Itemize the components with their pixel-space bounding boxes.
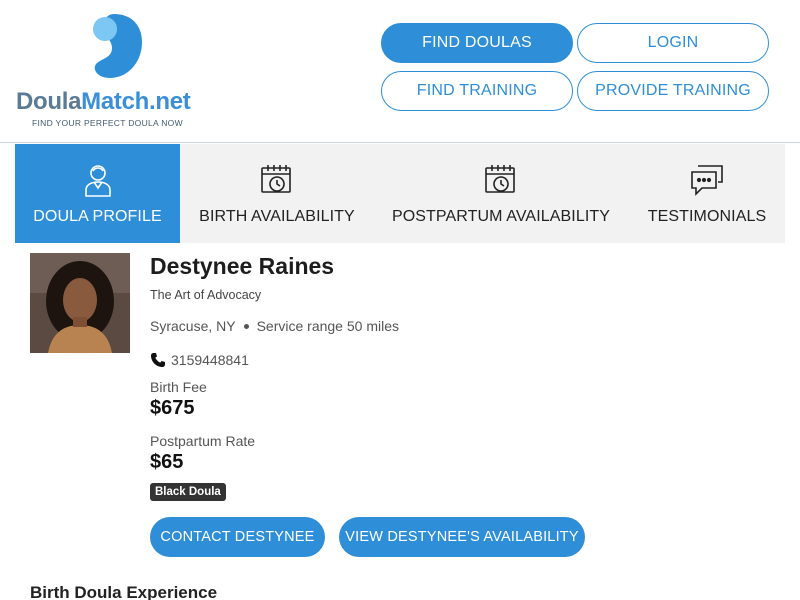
contact-doula-button[interactable]: CONTACT DESTYNEE xyxy=(150,517,325,557)
login-button[interactable]: LOGIN xyxy=(577,23,769,63)
calendar-clock-icon xyxy=(259,162,295,198)
service-range: Service range 50 miles xyxy=(256,318,399,334)
logo-wordmark: DoulaMatch.net xyxy=(16,88,191,116)
birth-experience-heading: Birth Doula Experience xyxy=(30,583,218,600)
logo-word-match: Match.net xyxy=(81,88,191,115)
tab-birth-availability[interactable]: BIRTH AVAILABILITY xyxy=(185,144,369,243)
chat-bubbles-icon xyxy=(689,162,725,198)
tab-label: DOULA PROFILE xyxy=(33,208,162,225)
birth-fee-value: $675 xyxy=(150,397,195,419)
tab-label: POSTPARTUM AVAILABILITY xyxy=(391,208,611,225)
location-city: Syracuse, NY xyxy=(150,318,236,334)
birth-fee-label: Birth Fee xyxy=(150,379,207,395)
site-logo[interactable]: DoulaMatch.net FIND YOUR PERFECT DOULA N… xyxy=(14,10,224,132)
logo-word-doula: Doula xyxy=(16,88,82,115)
doula-phone[interactable]: 3159448841 xyxy=(150,352,249,368)
doula-photo xyxy=(30,253,130,353)
doula-agency: The Art of Advocacy xyxy=(150,288,262,302)
black-doula-badge: Black Doula xyxy=(150,483,226,501)
postpartum-rate-label: Postpartum Rate xyxy=(150,433,256,449)
tab-doula-profile[interactable]: DOULA PROFILE xyxy=(15,144,180,243)
find-training-button[interactable]: FIND TRAINING xyxy=(381,71,573,111)
view-availability-button[interactable]: VIEW DESTYNEE'S AVAILABILITY xyxy=(339,517,585,557)
calendar-clock-icon xyxy=(483,162,519,198)
tab-label: BIRTH AVAILABILITY xyxy=(199,208,355,225)
doula-name: Destynee Raines xyxy=(150,253,335,279)
logo-mark-icon xyxy=(93,14,142,78)
logo-tagline: FIND YOUR PERFECT DOULA NOW xyxy=(32,118,183,128)
tab-label: TESTIMONIALS xyxy=(647,208,767,225)
separator-dot xyxy=(243,323,249,329)
profile-tabs: DOULA PROFILE BIRTH AVAILABILITY POSTPAR… xyxy=(15,144,785,243)
site-header: DoulaMatch.net FIND YOUR PERFECT DOULA N… xyxy=(0,0,800,143)
doula-person-icon xyxy=(80,162,116,198)
phone-icon xyxy=(151,353,165,367)
tab-testimonials[interactable]: TESTIMONIALS xyxy=(641,144,773,243)
tab-postpartum-availability[interactable]: POSTPARTUM AVAILABILITY xyxy=(389,144,613,243)
phone-number[interactable]: 3159448841 xyxy=(171,352,249,368)
doula-location: Syracuse, NY Service range 50 miles xyxy=(150,318,399,334)
find-doulas-button[interactable]: FIND DOULAS xyxy=(381,23,573,63)
provide-training-button[interactable]: PROVIDE TRAINING xyxy=(577,71,769,111)
postpartum-rate-value: $65 xyxy=(150,451,184,473)
